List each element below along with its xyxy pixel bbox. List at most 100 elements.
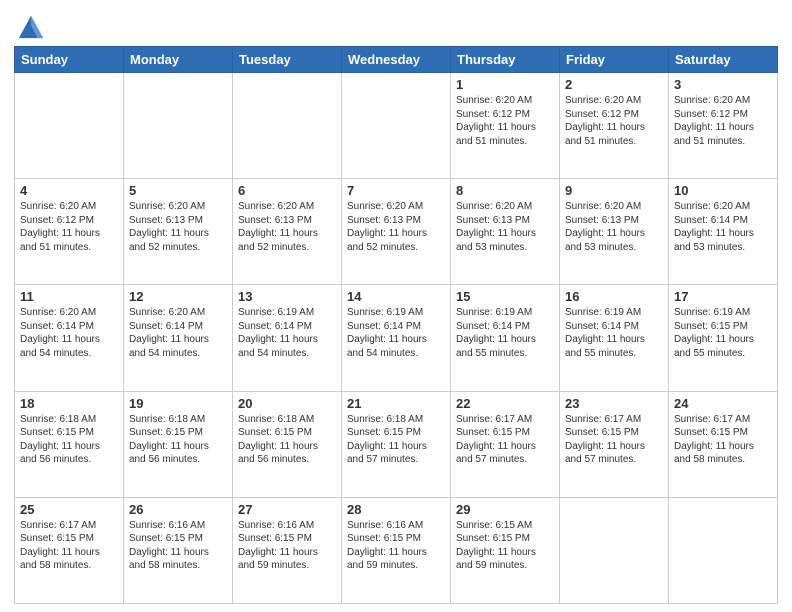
day-number: 4 — [20, 183, 118, 198]
day-info: Sunrise: 6:19 AM Sunset: 6:15 PM Dayligh… — [674, 306, 772, 360]
calendar-cell: 16 Sunrise: 6:19 AM Sunset: 6:14 PM Dayli… — [560, 285, 669, 391]
day-number: 28 — [347, 502, 445, 517]
day-info: Sunrise: 6:19 AM Sunset: 6:14 PM Dayligh… — [238, 306, 336, 360]
calendar-cell — [560, 497, 669, 603]
day-number: 16 — [565, 289, 663, 304]
calendar-week-row: 25 Sunrise: 6:17 AM Sunset: 6:15 PM Dayli… — [15, 497, 778, 603]
calendar-cell — [233, 73, 342, 179]
calendar-cell: 19 Sunrise: 6:18 AM Sunset: 6:15 PM Dayli… — [124, 391, 233, 497]
calendar-cell: 24 Sunrise: 6:17 AM Sunset: 6:15 PM Dayli… — [669, 391, 778, 497]
calendar-cell: 22 Sunrise: 6:17 AM Sunset: 6:15 PM Dayli… — [451, 391, 560, 497]
logo-icon — [17, 12, 45, 40]
day-info: Sunrise: 6:17 AM Sunset: 6:15 PM Dayligh… — [565, 413, 663, 467]
day-number: 6 — [238, 183, 336, 198]
day-number: 20 — [238, 396, 336, 411]
day-info: Sunrise: 6:20 AM Sunset: 6:12 PM Dayligh… — [674, 94, 772, 148]
day-info: Sunrise: 6:18 AM Sunset: 6:15 PM Dayligh… — [20, 413, 118, 467]
calendar-cell: 1Sunrise: 6:20 AM Sunset: 6:12 PM Daylig… — [451, 73, 560, 179]
calendar-cell: 11 Sunrise: 6:20 AM Sunset: 6:14 PM Dayli… — [15, 285, 124, 391]
header — [14, 10, 778, 40]
day-info: Sunrise: 6:18 AM Sunset: 6:15 PM Dayligh… — [347, 413, 445, 467]
calendar-cell: 21 Sunrise: 6:18 AM Sunset: 6:15 PM Dayli… — [342, 391, 451, 497]
day-info: Sunrise: 6:18 AM Sunset: 6:15 PM Dayligh… — [238, 413, 336, 467]
calendar-week-row: 18 Sunrise: 6:18 AM Sunset: 6:15 PM Dayli… — [15, 391, 778, 497]
day-info: Sunrise: 6:16 AM Sunset: 6:15 PM Dayligh… — [129, 519, 227, 573]
calendar-cell: 15Sunrise: 6:19 AM Sunset: 6:14 PM Dayli… — [451, 285, 560, 391]
calendar-cell — [342, 73, 451, 179]
day-info: Sunrise: 6:19 AM Sunset: 6:14 PM Dayligh… — [347, 306, 445, 360]
day-number: 18 — [20, 396, 118, 411]
calendar-table: SundayMondayTuesdayWednesdayThursdayFrid… — [14, 46, 778, 604]
calendar-cell: 7 Sunrise: 6:20 AM Sunset: 6:13 PM Daylig… — [342, 179, 451, 285]
day-number: 2 — [565, 77, 663, 92]
calendar-cell: 12 Sunrise: 6:20 AM Sunset: 6:14 PM Dayli… — [124, 285, 233, 391]
calendar-cell: 5 Sunrise: 6:20 AM Sunset: 6:13 PM Daylig… — [124, 179, 233, 285]
calendar-cell: 3 Sunrise: 6:20 AM Sunset: 6:12 PM Daylig… — [669, 73, 778, 179]
day-info: Sunrise: 6:20 AM Sunset: 6:14 PM Dayligh… — [674, 200, 772, 254]
day-info: Sunrise: 6:15 AM Sunset: 6:15 PM Dayligh… — [456, 519, 554, 573]
calendar-week-row: 1 Sunrise: 6:20 AM Sunset: 6:12 PM Daylig… — [15, 73, 778, 179]
day-info: Sunrise: 6:20 AM Sunset: 6:13 PM Dayligh… — [347, 200, 445, 254]
calendar-cell: 2Sunrise: 6:20 AM Sunset: 6:12 PM Daylig… — [560, 73, 669, 179]
day-number: 11 — [20, 289, 118, 304]
calendar-header-cell: Monday — [124, 47, 233, 73]
calendar-cell: 23 Sunrise: 6:17 AM Sunset: 6:15 PM Dayli… — [560, 391, 669, 497]
calendar-cell: 14 Sunrise: 6:19 AM Sunset: 6:14 PM Dayli… — [342, 285, 451, 391]
day-number: 22 — [456, 396, 554, 411]
day-info: Sunrise: 6:16 AM Sunset: 6:15 PM Dayligh… — [238, 519, 336, 573]
day-info: Sunrise: 6:20 AM Sunset: 6:13 PM Dayligh… — [129, 200, 227, 254]
calendar-cell: 29 Sunrise: 6:15 AM Sunset: 6:15 PM Dayli… — [451, 497, 560, 603]
day-number: 5 — [129, 183, 227, 198]
day-number: 13 — [238, 289, 336, 304]
calendar-week-row: 4 Sunrise: 6:20 AM Sunset: 6:12 PM Daylig… — [15, 179, 778, 285]
day-info: Sunrise: 6:20 AM Sunset: 6:13 PM Dayligh… — [565, 200, 663, 254]
calendar-cell: 13 Sunrise: 6:19 AM Sunset: 6:14 PM Dayli… — [233, 285, 342, 391]
calendar-header-cell: Saturday — [669, 47, 778, 73]
calendar-cell — [124, 73, 233, 179]
day-info: Sunrise: 6:20 AM Sunset: 6:13 PM Dayligh… — [456, 200, 554, 254]
day-number: 17 — [674, 289, 772, 304]
day-number: 1 — [456, 77, 554, 92]
day-number: 23 — [565, 396, 663, 411]
day-number: 19 — [129, 396, 227, 411]
day-info: Sunrise: 6:17 AM Sunset: 6:15 PM Dayligh… — [456, 413, 554, 467]
calendar-cell: 18 Sunrise: 6:18 AM Sunset: 6:15 PM Dayli… — [15, 391, 124, 497]
day-info: Sunrise: 6:20 AM Sunset: 6:14 PM Dayligh… — [20, 306, 118, 360]
calendar-cell: 17 Sunrise: 6:19 AM Sunset: 6:15 PM Dayli… — [669, 285, 778, 391]
calendar-header-cell: Friday — [560, 47, 669, 73]
calendar-cell: 4 Sunrise: 6:20 AM Sunset: 6:12 PM Daylig… — [15, 179, 124, 285]
day-number: 24 — [674, 396, 772, 411]
calendar-cell: 6Sunrise: 6:20 AM Sunset: 6:13 PM Daylig… — [233, 179, 342, 285]
day-number: 8 — [456, 183, 554, 198]
day-number: 12 — [129, 289, 227, 304]
day-info: Sunrise: 6:17 AM Sunset: 6:15 PM Dayligh… — [674, 413, 772, 467]
logo-area — [14, 14, 45, 40]
day-info: Sunrise: 6:17 AM Sunset: 6:15 PM Dayligh… — [20, 519, 118, 573]
day-number: 9 — [565, 183, 663, 198]
calendar-header-cell: Thursday — [451, 47, 560, 73]
day-info: Sunrise: 6:19 AM Sunset: 6:14 PM Dayligh… — [565, 306, 663, 360]
day-number: 14 — [347, 289, 445, 304]
day-info: Sunrise: 6:20 AM Sunset: 6:12 PM Dayligh… — [20, 200, 118, 254]
calendar-cell — [15, 73, 124, 179]
calendar-cell: 9 Sunrise: 6:20 AM Sunset: 6:13 PM Daylig… — [560, 179, 669, 285]
day-info: Sunrise: 6:18 AM Sunset: 6:15 PM Dayligh… — [129, 413, 227, 467]
day-number: 25 — [20, 502, 118, 517]
calendar-cell: 26 Sunrise: 6:16 AM Sunset: 6:15 PM Dayli… — [124, 497, 233, 603]
calendar-cell: 27 Sunrise: 6:16 AM Sunset: 6:15 PM Dayli… — [233, 497, 342, 603]
day-number: 3 — [674, 77, 772, 92]
day-info: Sunrise: 6:19 AM Sunset: 6:14 PM Dayligh… — [456, 306, 554, 360]
calendar-cell: 10 Sunrise: 6:20 AM Sunset: 6:14 PM Dayli… — [669, 179, 778, 285]
day-number: 7 — [347, 183, 445, 198]
day-number: 10 — [674, 183, 772, 198]
calendar-cell: 28Sunrise: 6:16 AM Sunset: 6:15 PM Dayli… — [342, 497, 451, 603]
day-info: Sunrise: 6:20 AM Sunset: 6:14 PM Dayligh… — [129, 306, 227, 360]
day-number: 26 — [129, 502, 227, 517]
calendar-header-row: SundayMondayTuesdayWednesdayThursdayFrid… — [15, 47, 778, 73]
calendar-week-row: 11 Sunrise: 6:20 AM Sunset: 6:14 PM Dayli… — [15, 285, 778, 391]
day-number: 21 — [347, 396, 445, 411]
day-number: 27 — [238, 502, 336, 517]
calendar-header-cell: Sunday — [15, 47, 124, 73]
calendar-header-cell: Wednesday — [342, 47, 451, 73]
day-number: 29 — [456, 502, 554, 517]
